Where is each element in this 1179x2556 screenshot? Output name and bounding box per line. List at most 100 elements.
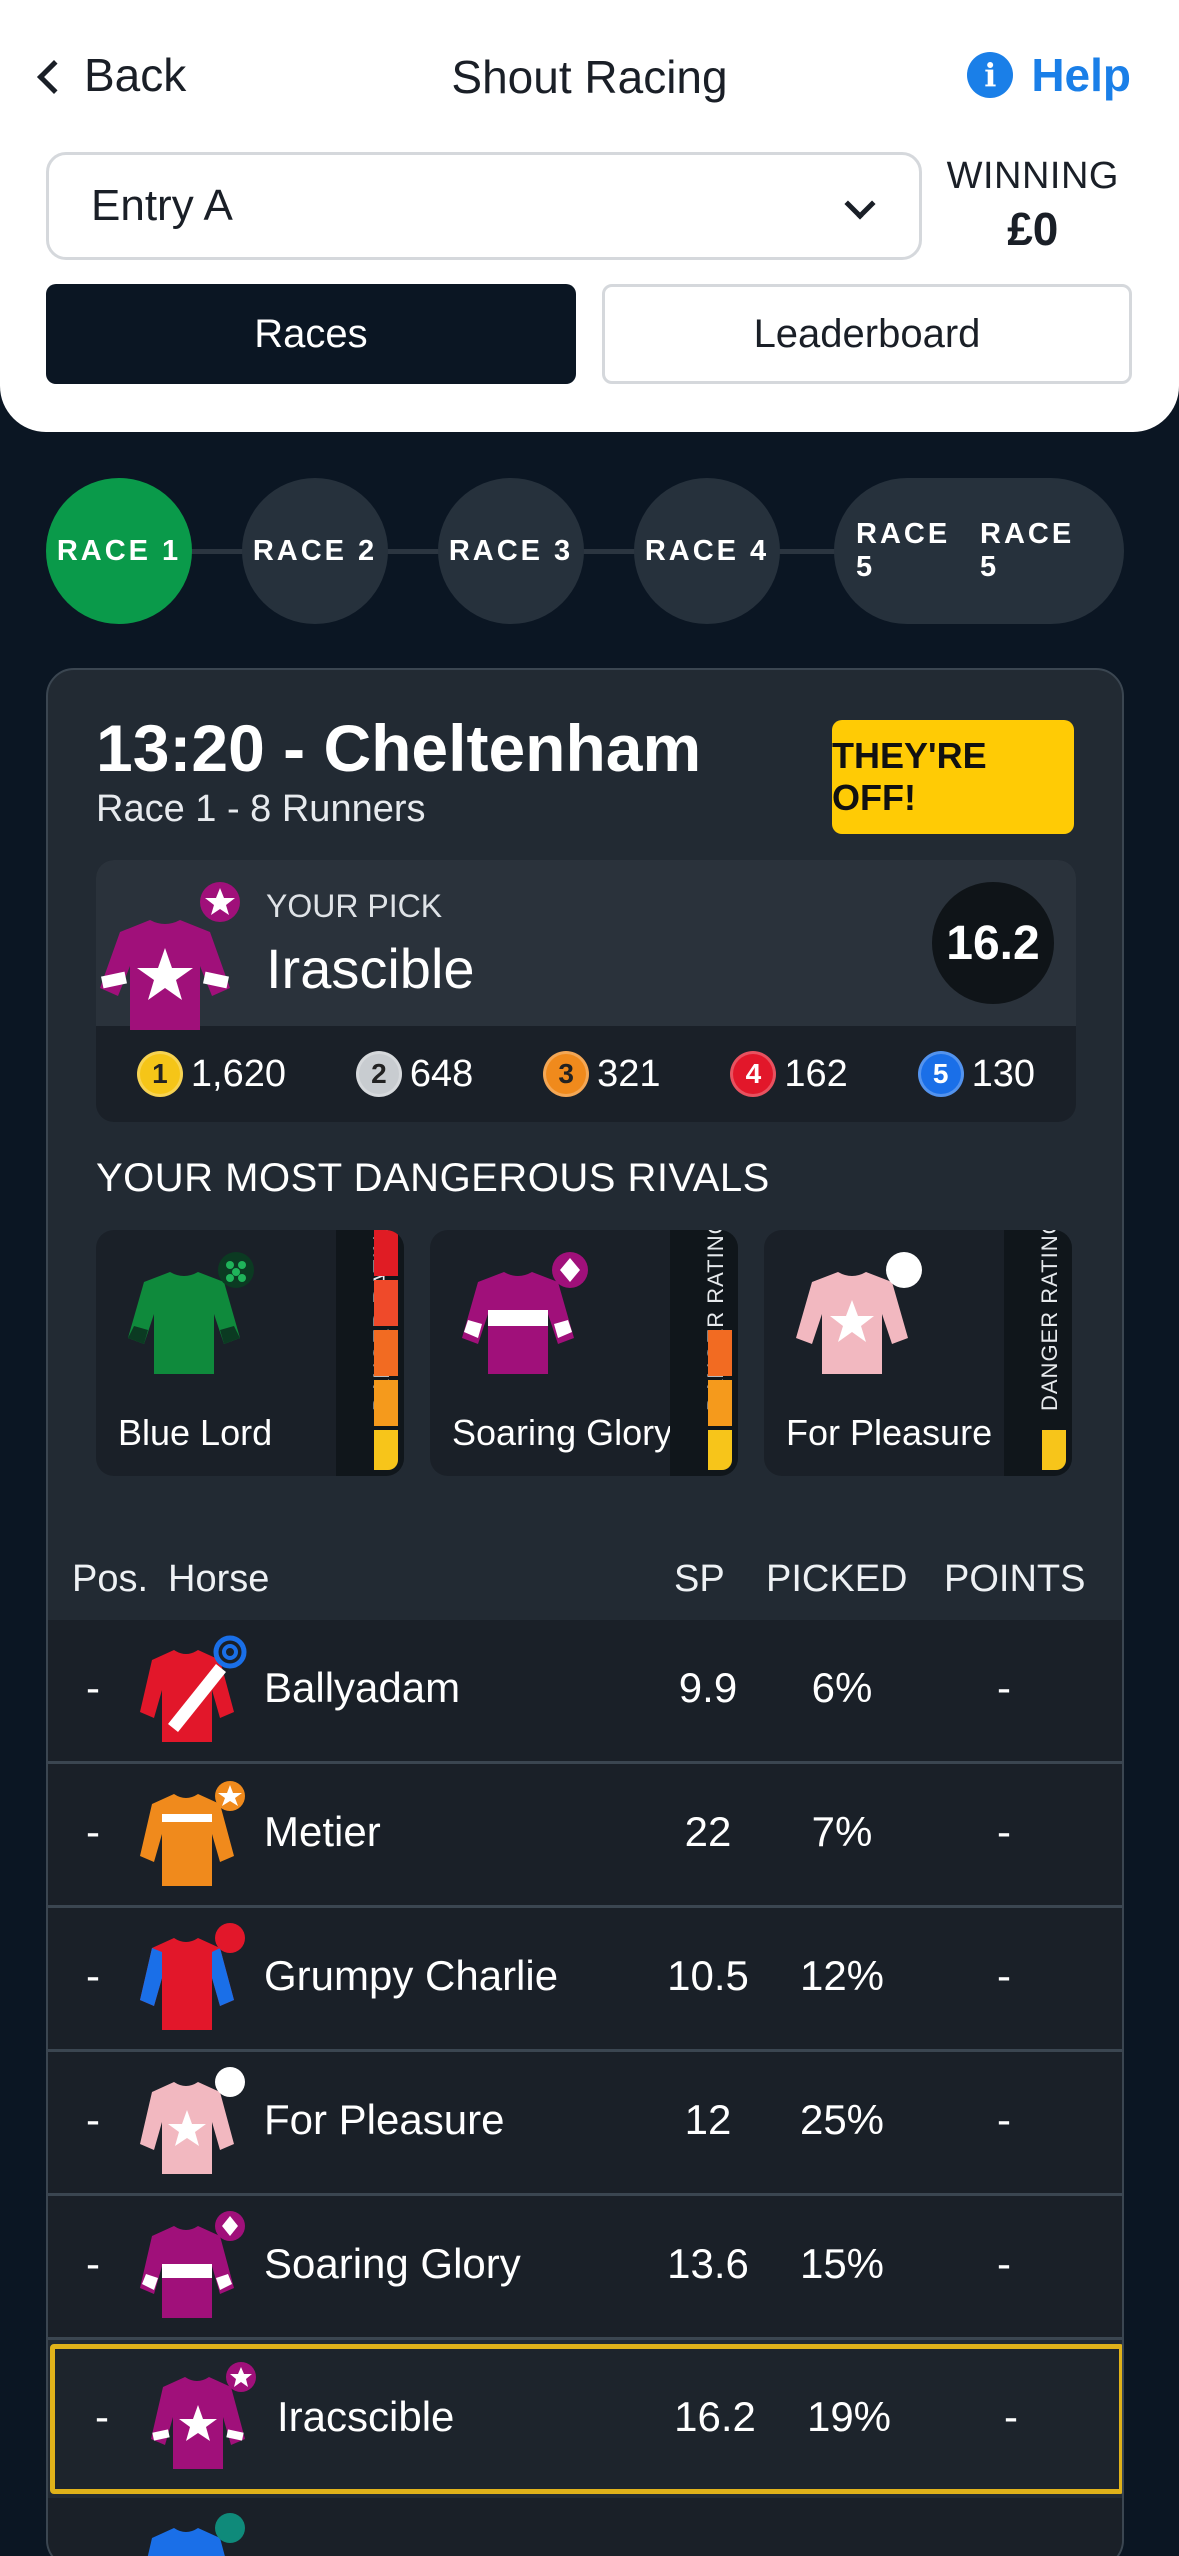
rival-card[interactable]: Soaring Glory DANGER RATING bbox=[430, 1230, 738, 1476]
position-medal-icon: 2 bbox=[355, 1051, 402, 1097]
table-row[interactable]: - For Pleasure 12 25% - bbox=[48, 2052, 1122, 2196]
table-row[interactable]: - Soaring Glory 13.6 15% - bbox=[48, 2196, 1122, 2340]
your-pick-horse: Irascible bbox=[266, 937, 475, 1000]
chevron-down-icon bbox=[844, 188, 876, 220]
row-picked: 15% bbox=[799, 2240, 885, 2287]
winning-value: £0 bbox=[1007, 203, 1059, 255]
danger-bar-segment bbox=[374, 1280, 398, 1326]
table-row[interactable]: - Ballyadam 9.9 6% - bbox=[48, 1620, 1122, 1764]
top-header: Back Shout Racing i Help Entry A WINNING… bbox=[0, 0, 1179, 432]
row-sp: 10.5 bbox=[667, 1952, 749, 1999]
row-horse: Ballyadam bbox=[264, 1664, 461, 1711]
points-by-position: 1 1,620 2 648 3 321 4 162 5 130 bbox=[96, 1026, 1076, 1122]
race-status-button[interactable]: THEY'RE OFF! bbox=[832, 720, 1074, 834]
position-points: 3 321 bbox=[543, 1051, 661, 1097]
row-picked: 12% bbox=[799, 1952, 885, 1999]
help-label: Help bbox=[1031, 49, 1131, 101]
rival-card[interactable]: For Pleasure DANGER RATING bbox=[764, 1230, 1072, 1476]
danger-bar-segment bbox=[1042, 1430, 1066, 1470]
race-tab-5-group[interactable]: RACE 5 RACE 5 bbox=[834, 478, 1124, 624]
position-points: 2 648 bbox=[355, 1051, 473, 1097]
position-points-value: 321 bbox=[597, 1052, 661, 1095]
your-pick-odds: 16.2 bbox=[932, 882, 1054, 1004]
danger-rating: DANGER RATING bbox=[1004, 1230, 1072, 1476]
row-pos: - bbox=[95, 2393, 109, 2440]
your-pick-label: YOUR PICK bbox=[266, 888, 443, 924]
row-horse: Soaring Glory bbox=[264, 2240, 521, 2287]
position-points-value: 1,620 bbox=[190, 1052, 287, 1095]
danger-bar-segment bbox=[708, 1430, 732, 1470]
horse-silk-icon bbox=[132, 1634, 252, 1760]
row-picked: 19% bbox=[806, 2393, 892, 2440]
rival-name: Soaring Glory bbox=[452, 1412, 673, 1453]
table-row[interactable]: - Grumpy Charlie 10.5 12% - bbox=[48, 1908, 1122, 2052]
row-points: - bbox=[997, 1952, 1011, 1999]
row-pos: - bbox=[86, 1808, 100, 1855]
rival-name: Blue Lord bbox=[118, 1412, 273, 1453]
race-tab-5[interactable]: RACE 5 bbox=[856, 518, 980, 584]
entry-select[interactable]: Entry A bbox=[46, 152, 922, 260]
row-picked: 25% bbox=[799, 2096, 885, 2143]
horse-silk-icon bbox=[143, 2361, 263, 2487]
row-sp: 9.9 bbox=[678, 1664, 738, 1711]
rivals-heading: YOUR MOST DANGEROUS RIVALS bbox=[96, 1156, 770, 1200]
horse-silk-icon bbox=[132, 2066, 252, 2192]
row-pos: - bbox=[86, 1664, 100, 1711]
danger-rating-label: DANGER RATING bbox=[1037, 1230, 1062, 1411]
tab-races[interactable]: Races bbox=[46, 284, 576, 384]
row-horse: Iracscible bbox=[277, 2393, 455, 2440]
row-sp: 16.2 bbox=[674, 2393, 756, 2440]
col-horse: Horse bbox=[168, 1558, 270, 1600]
your-pick-panel: YOUR PICK Irascible 16.2 1 1,620 2 648 3… bbox=[96, 860, 1076, 1122]
table-row-selected[interactable]: - Iracscible 16.2 19% - bbox=[50, 2344, 1122, 2494]
horse-silk-icon bbox=[132, 1778, 252, 1904]
help-button[interactable]: i Help bbox=[967, 48, 1131, 102]
col-points: POINTS bbox=[944, 1558, 1086, 1600]
horse-silk-icon bbox=[132, 2512, 252, 2556]
race-title: 13:20 - Cheltenham bbox=[96, 711, 702, 785]
race-tab-1[interactable]: RACE 1 bbox=[46, 478, 192, 624]
race-tab-4[interactable]: RACE 4 bbox=[634, 478, 780, 624]
position-points: 4 162 bbox=[730, 1051, 848, 1097]
position-points-value: 162 bbox=[784, 1052, 848, 1095]
danger-bar-segment bbox=[374, 1430, 398, 1470]
position-medal-icon: 1 bbox=[136, 1051, 183, 1097]
race-tab-3[interactable]: RACE 3 bbox=[438, 478, 584, 624]
position-points: 1 1,620 bbox=[136, 1051, 287, 1097]
row-picked: 7% bbox=[811, 1808, 873, 1855]
winning-summary: WINNING £0 bbox=[947, 155, 1119, 256]
danger-bar-segment bbox=[708, 1380, 732, 1426]
row-points: - bbox=[997, 2240, 1011, 2287]
race-card: 13:20 - Cheltenham Race 1 - 8 Runners TH… bbox=[46, 668, 1124, 2556]
runners-table-header: Pos. Horse SP PICKED POINTS bbox=[48, 1540, 1122, 1620]
table-row[interactable]: - Metier 22 7% - bbox=[48, 1764, 1122, 1908]
tab-leaderboard[interactable]: Leaderboard bbox=[602, 284, 1132, 384]
position-medal-icon: 3 bbox=[543, 1051, 590, 1097]
danger-bar-segment bbox=[374, 1230, 398, 1276]
danger-rating: DANGER RATING bbox=[670, 1230, 738, 1476]
row-horse: For Pleasure bbox=[264, 2096, 505, 2143]
rival-card[interactable]: Blue Lord DANGER RATING bbox=[96, 1230, 404, 1476]
row-horse: Metier bbox=[264, 1808, 381, 1855]
race-tab-2[interactable]: RACE 2 bbox=[242, 478, 388, 624]
horse-silk-icon bbox=[132, 2210, 252, 2336]
row-sp: 13.6 bbox=[667, 2240, 749, 2287]
position-points-value: 130 bbox=[971, 1052, 1036, 1095]
rival-silk-icon bbox=[450, 1252, 600, 1387]
race-subtitle: Race 1 - 8 Runners bbox=[96, 788, 426, 830]
race-tabs: RACE 1 RACE 2 RACE 3 RACE 4 RACE 5 RACE … bbox=[46, 478, 1126, 624]
col-pos: Pos. bbox=[72, 1558, 149, 1600]
row-sp: 12 bbox=[684, 2096, 732, 2143]
row-points: - bbox=[997, 1664, 1011, 1711]
row-picked: 6% bbox=[811, 1664, 873, 1711]
race-tab-5b[interactable]: RACE 5 bbox=[980, 518, 1104, 584]
row-pos: - bbox=[86, 2096, 100, 2143]
position-medal-icon: 4 bbox=[730, 1051, 777, 1097]
danger-bar-segment bbox=[708, 1330, 732, 1376]
info-icon: i bbox=[967, 52, 1014, 98]
danger-rating: DANGER RATING bbox=[336, 1230, 404, 1476]
row-pos: - bbox=[86, 2240, 100, 2287]
table-row[interactable] bbox=[48, 2498, 1122, 2556]
horse-silk-icon bbox=[132, 1922, 252, 2048]
entry-selected-value: Entry A bbox=[91, 181, 233, 230]
